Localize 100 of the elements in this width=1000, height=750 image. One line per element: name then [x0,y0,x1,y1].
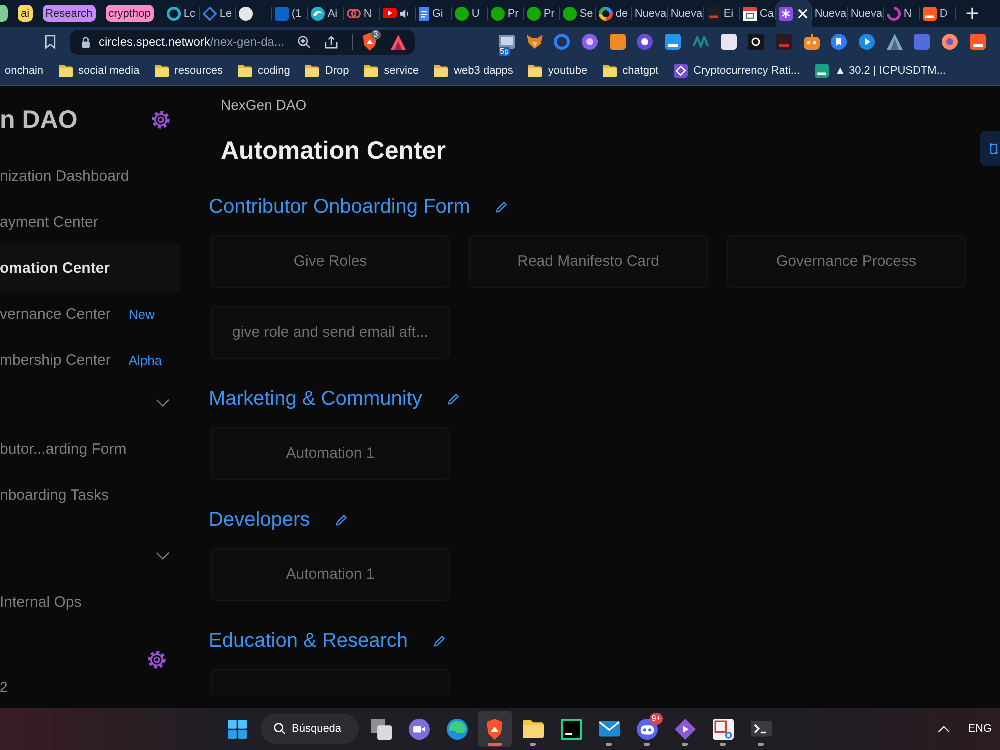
folder-icon [58,64,73,78]
browser-tab[interactable]: Nueva [632,0,668,27]
pencil-icon[interactable] [336,514,348,526]
calendar-icon [742,6,757,20]
chevron-down-icon[interactable] [156,399,170,407]
section-title: Marketing & Community [209,388,422,410]
chevron-down-icon[interactable] [156,552,170,560]
bookmark-folder[interactable]: resources [154,64,223,78]
nav-item[interactable]: Internal Ops [0,579,180,625]
disc-icon [942,34,958,50]
play-icon [858,34,875,50]
nav-item[interactable]: vernance Center New [0,291,180,337]
browser-tab[interactable]: N [344,0,380,27]
browser-tab[interactable]: de [596,0,632,27]
diamond-icon [202,6,217,20]
automation-card[interactable]: Governance Process [727,235,966,288]
folder-icon [305,64,320,78]
pencil-icon[interactable] [448,394,460,404]
tile-icon [274,6,289,20]
automation-card[interactable]: Give Roles [211,235,450,288]
nav-item[interactable]: nboarding Tasks [0,472,180,518]
robot-icon [804,34,820,50]
section-title: Developers [209,508,310,532]
bookmark-link[interactable]: Cryptocurrency Rati... [674,64,800,78]
triangle-icon[interactable] [391,34,406,50]
bookmark-folder[interactable]: Drop [305,64,350,78]
browser-tab[interactable]: Nueva [812,0,848,27]
disc-icon [526,6,541,20]
disc-icon [637,34,654,50]
tile-icon [610,34,626,50]
settings-icon[interactable] [148,651,166,669]
close-icon[interactable] [798,8,808,18]
search-button[interactable]: Búsqueda [261,714,359,744]
browser-tab[interactable]: Le [200,0,236,27]
automation-card[interactable]: give role and send email aft... [211,306,450,359]
video-camera-icon [408,718,430,740]
browser-tab[interactable]: Ai [308,0,344,27]
new-tab-icon[interactable] [966,7,979,20]
bookmark-folder[interactable]: youtube [528,64,588,78]
share-icon[interactable] [325,36,338,48]
envelope-icon [598,721,620,737]
bookmark-folder[interactable]: chatgpt [602,64,659,78]
zoom-in-icon[interactable] [298,36,311,48]
browser-tab[interactable]: Nueva [668,0,704,27]
extension-counter: 5p [499,47,510,56]
tab-group-label[interactable]: Research [42,5,96,22]
taskbar-button[interactable]: 9+ [630,711,664,747]
zigzag-icon [692,36,709,48]
browser-tab[interactable] [776,0,812,27]
browser-tab[interactable]: (1 [272,0,308,27]
bookmark-folder[interactable]: web3 dapps [434,64,514,78]
chevron-up-icon[interactable] [938,726,950,732]
automation-card[interactable]: Automation 1 [211,427,450,480]
breadcrumb-link[interactable]: NexGen DAO [221,97,307,113]
bookmark-link[interactable]: ▲ 30.2 | ICPUSDTM... [815,64,946,78]
tile-icon [815,64,830,78]
tile-icon [720,34,736,50]
browser-tab[interactable]: Lc [164,0,200,27]
settings-icon[interactable] [152,111,170,129]
nav-item[interactable]: mbership Center Alpha [0,337,180,383]
bookmark-link[interactable]: onchain [5,65,44,77]
browser-tab[interactable]: U [452,0,488,27]
tab-group-label[interactable]: crypthop [106,5,154,22]
bookmark-folder[interactable]: social media [58,64,140,78]
pencil-icon[interactable] [496,202,508,212]
address-field[interactable]: circles.spect.network/nex-gen-da... 3 [70,30,415,54]
browser-tab[interactable]: D [920,0,956,27]
bookmark-folder[interactable]: coding [238,64,290,78]
segmented-ring-icon [598,6,613,20]
connector-icon [990,142,998,154]
browser-tab[interactable]: N [884,0,920,27]
nav-item[interactable]: ayment Center [0,199,180,245]
stage-label: Alpha [128,352,162,368]
language-indicator[interactable]: ENG [968,723,992,735]
monitor-icon [499,34,515,50]
browser-tab[interactable]: Ca [740,0,776,27]
pencil-icon[interactable] [434,636,446,646]
folder-icon [434,64,448,78]
side-tab-button[interactable] [980,131,1000,166]
folder-icon [602,64,617,78]
browser-tab[interactable]: Pr [524,0,560,27]
diamond-tile-icon [674,64,688,78]
browser-tab[interactable]: Nueva [848,0,884,27]
browser-tab[interactable]: Ei [704,0,740,27]
tile-icon [706,6,721,20]
browser-tab[interactable]: Gi [416,0,452,27]
bookmark-icon[interactable] [45,35,56,49]
fox-head-icon [526,35,543,49]
nav-item[interactable]: nization Dashboard [0,153,180,199]
browser-tab[interactable]: Pr [488,0,524,27]
browser-tab[interactable]: Se [560,0,596,27]
tab-group-label[interactable]: ai [18,5,33,22]
nav-item[interactable]: butor...arding Form [0,426,180,472]
nav-item[interactable]: omation Center [0,245,180,291]
bookmark-folder[interactable]: service [364,64,420,78]
tab-group-label[interactable] [0,5,8,22]
tile-icon [922,6,937,20]
disc-icon [582,34,598,50]
automation-card[interactable]: Automation 1 [211,548,450,601]
automation-card[interactable]: Read Manifesto Card [469,235,708,288]
